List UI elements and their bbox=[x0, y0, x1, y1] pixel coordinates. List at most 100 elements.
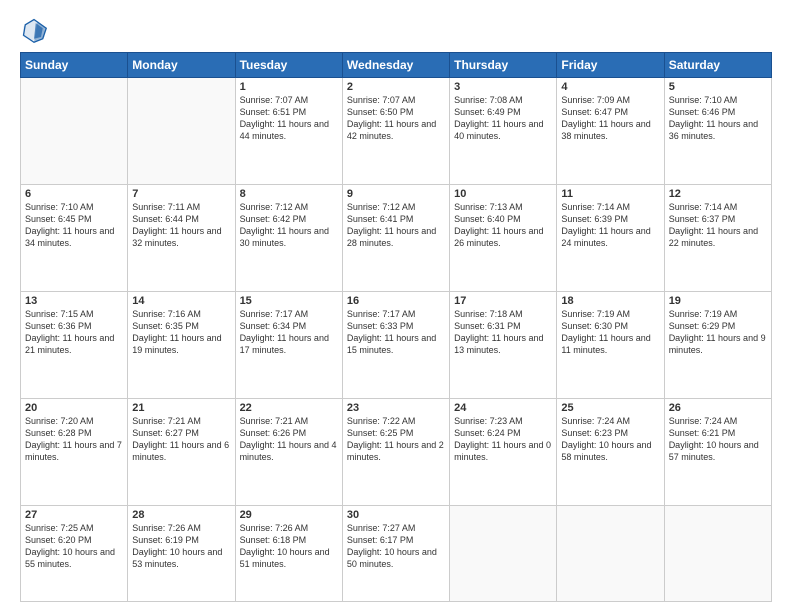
day-number: 9 bbox=[347, 188, 445, 200]
weekday-header-row: SundayMondayTuesdayWednesdayThursdayFrid… bbox=[21, 53, 772, 78]
day-number: 24 bbox=[454, 402, 552, 414]
cell-sun-info: Sunrise: 7:09 AM Sunset: 6:47 PM Dayligh… bbox=[561, 94, 659, 143]
calendar-week-row: 6Sunrise: 7:10 AM Sunset: 6:45 PM Daylig… bbox=[21, 184, 772, 291]
day-number: 30 bbox=[347, 509, 445, 521]
cell-sun-info: Sunrise: 7:21 AM Sunset: 6:26 PM Dayligh… bbox=[240, 415, 338, 464]
calendar-cell: 24Sunrise: 7:23 AM Sunset: 6:24 PM Dayli… bbox=[450, 398, 557, 505]
cell-sun-info: Sunrise: 7:19 AM Sunset: 6:30 PM Dayligh… bbox=[561, 308, 659, 357]
logo bbox=[20, 16, 52, 44]
day-number: 17 bbox=[454, 295, 552, 307]
cell-sun-info: Sunrise: 7:24 AM Sunset: 6:23 PM Dayligh… bbox=[561, 415, 659, 464]
calendar-cell bbox=[664, 505, 771, 601]
calendar-cell: 5Sunrise: 7:10 AM Sunset: 6:46 PM Daylig… bbox=[664, 78, 771, 185]
calendar-cell: 16Sunrise: 7:17 AM Sunset: 6:33 PM Dayli… bbox=[342, 291, 449, 398]
day-number: 6 bbox=[25, 188, 123, 200]
day-number: 25 bbox=[561, 402, 659, 414]
day-number: 7 bbox=[132, 188, 230, 200]
day-number: 20 bbox=[25, 402, 123, 414]
day-number: 15 bbox=[240, 295, 338, 307]
calendar-cell bbox=[128, 78, 235, 185]
calendar-cell: 7Sunrise: 7:11 AM Sunset: 6:44 PM Daylig… bbox=[128, 184, 235, 291]
day-number: 4 bbox=[561, 81, 659, 93]
weekday-header-wednesday: Wednesday bbox=[342, 53, 449, 78]
cell-sun-info: Sunrise: 7:27 AM Sunset: 6:17 PM Dayligh… bbox=[347, 522, 445, 571]
logo-icon bbox=[20, 16, 48, 44]
calendar-table: SundayMondayTuesdayWednesdayThursdayFrid… bbox=[20, 52, 772, 602]
calendar-cell bbox=[557, 505, 664, 601]
calendar-cell: 12Sunrise: 7:14 AM Sunset: 6:37 PM Dayli… bbox=[664, 184, 771, 291]
cell-sun-info: Sunrise: 7:17 AM Sunset: 6:34 PM Dayligh… bbox=[240, 308, 338, 357]
calendar-cell: 26Sunrise: 7:24 AM Sunset: 6:21 PM Dayli… bbox=[664, 398, 771, 505]
calendar-week-row: 20Sunrise: 7:20 AM Sunset: 6:28 PM Dayli… bbox=[21, 398, 772, 505]
calendar-cell: 10Sunrise: 7:13 AM Sunset: 6:40 PM Dayli… bbox=[450, 184, 557, 291]
day-number: 13 bbox=[25, 295, 123, 307]
calendar-cell: 14Sunrise: 7:16 AM Sunset: 6:35 PM Dayli… bbox=[128, 291, 235, 398]
day-number: 2 bbox=[347, 81, 445, 93]
calendar-week-row: 13Sunrise: 7:15 AM Sunset: 6:36 PM Dayli… bbox=[21, 291, 772, 398]
cell-sun-info: Sunrise: 7:12 AM Sunset: 6:41 PM Dayligh… bbox=[347, 201, 445, 250]
cell-sun-info: Sunrise: 7:07 AM Sunset: 6:51 PM Dayligh… bbox=[240, 94, 338, 143]
day-number: 28 bbox=[132, 509, 230, 521]
calendar-cell: 27Sunrise: 7:25 AM Sunset: 6:20 PM Dayli… bbox=[21, 505, 128, 601]
day-number: 16 bbox=[347, 295, 445, 307]
cell-sun-info: Sunrise: 7:15 AM Sunset: 6:36 PM Dayligh… bbox=[25, 308, 123, 357]
cell-sun-info: Sunrise: 7:08 AM Sunset: 6:49 PM Dayligh… bbox=[454, 94, 552, 143]
weekday-header-thursday: Thursday bbox=[450, 53, 557, 78]
cell-sun-info: Sunrise: 7:21 AM Sunset: 6:27 PM Dayligh… bbox=[132, 415, 230, 464]
calendar-cell: 30Sunrise: 7:27 AM Sunset: 6:17 PM Dayli… bbox=[342, 505, 449, 601]
header bbox=[20, 16, 772, 44]
cell-sun-info: Sunrise: 7:16 AM Sunset: 6:35 PM Dayligh… bbox=[132, 308, 230, 357]
cell-sun-info: Sunrise: 7:19 AM Sunset: 6:29 PM Dayligh… bbox=[669, 308, 767, 357]
calendar-cell: 28Sunrise: 7:26 AM Sunset: 6:19 PM Dayli… bbox=[128, 505, 235, 601]
calendar-cell: 9Sunrise: 7:12 AM Sunset: 6:41 PM Daylig… bbox=[342, 184, 449, 291]
cell-sun-info: Sunrise: 7:10 AM Sunset: 6:45 PM Dayligh… bbox=[25, 201, 123, 250]
cell-sun-info: Sunrise: 7:18 AM Sunset: 6:31 PM Dayligh… bbox=[454, 308, 552, 357]
weekday-header-monday: Monday bbox=[128, 53, 235, 78]
cell-sun-info: Sunrise: 7:13 AM Sunset: 6:40 PM Dayligh… bbox=[454, 201, 552, 250]
day-number: 10 bbox=[454, 188, 552, 200]
calendar-cell: 21Sunrise: 7:21 AM Sunset: 6:27 PM Dayli… bbox=[128, 398, 235, 505]
cell-sun-info: Sunrise: 7:14 AM Sunset: 6:37 PM Dayligh… bbox=[669, 201, 767, 250]
calendar-cell: 1Sunrise: 7:07 AM Sunset: 6:51 PM Daylig… bbox=[235, 78, 342, 185]
calendar-cell: 23Sunrise: 7:22 AM Sunset: 6:25 PM Dayli… bbox=[342, 398, 449, 505]
calendar-cell: 4Sunrise: 7:09 AM Sunset: 6:47 PM Daylig… bbox=[557, 78, 664, 185]
day-number: 3 bbox=[454, 81, 552, 93]
day-number: 29 bbox=[240, 509, 338, 521]
calendar-cell bbox=[450, 505, 557, 601]
cell-sun-info: Sunrise: 7:10 AM Sunset: 6:46 PM Dayligh… bbox=[669, 94, 767, 143]
cell-sun-info: Sunrise: 7:17 AM Sunset: 6:33 PM Dayligh… bbox=[347, 308, 445, 357]
calendar-cell: 3Sunrise: 7:08 AM Sunset: 6:49 PM Daylig… bbox=[450, 78, 557, 185]
calendar-cell: 2Sunrise: 7:07 AM Sunset: 6:50 PM Daylig… bbox=[342, 78, 449, 185]
day-number: 11 bbox=[561, 188, 659, 200]
calendar-cell bbox=[21, 78, 128, 185]
day-number: 27 bbox=[25, 509, 123, 521]
day-number: 8 bbox=[240, 188, 338, 200]
cell-sun-info: Sunrise: 7:22 AM Sunset: 6:25 PM Dayligh… bbox=[347, 415, 445, 464]
day-number: 21 bbox=[132, 402, 230, 414]
cell-sun-info: Sunrise: 7:11 AM Sunset: 6:44 PM Dayligh… bbox=[132, 201, 230, 250]
weekday-header-tuesday: Tuesday bbox=[235, 53, 342, 78]
day-number: 22 bbox=[240, 402, 338, 414]
weekday-header-saturday: Saturday bbox=[664, 53, 771, 78]
cell-sun-info: Sunrise: 7:14 AM Sunset: 6:39 PM Dayligh… bbox=[561, 201, 659, 250]
day-number: 1 bbox=[240, 81, 338, 93]
weekday-header-friday: Friday bbox=[557, 53, 664, 78]
cell-sun-info: Sunrise: 7:07 AM Sunset: 6:50 PM Dayligh… bbox=[347, 94, 445, 143]
day-number: 23 bbox=[347, 402, 445, 414]
day-number: 12 bbox=[669, 188, 767, 200]
page: SundayMondayTuesdayWednesdayThursdayFrid… bbox=[0, 0, 792, 612]
day-number: 18 bbox=[561, 295, 659, 307]
calendar-cell: 20Sunrise: 7:20 AM Sunset: 6:28 PM Dayli… bbox=[21, 398, 128, 505]
cell-sun-info: Sunrise: 7:25 AM Sunset: 6:20 PM Dayligh… bbox=[25, 522, 123, 571]
calendar-week-row: 1Sunrise: 7:07 AM Sunset: 6:51 PM Daylig… bbox=[21, 78, 772, 185]
calendar-cell: 25Sunrise: 7:24 AM Sunset: 6:23 PM Dayli… bbox=[557, 398, 664, 505]
cell-sun-info: Sunrise: 7:20 AM Sunset: 6:28 PM Dayligh… bbox=[25, 415, 123, 464]
day-number: 26 bbox=[669, 402, 767, 414]
day-number: 14 bbox=[132, 295, 230, 307]
cell-sun-info: Sunrise: 7:24 AM Sunset: 6:21 PM Dayligh… bbox=[669, 415, 767, 464]
calendar-cell: 11Sunrise: 7:14 AM Sunset: 6:39 PM Dayli… bbox=[557, 184, 664, 291]
calendar-cell: 29Sunrise: 7:26 AM Sunset: 6:18 PM Dayli… bbox=[235, 505, 342, 601]
cell-sun-info: Sunrise: 7:23 AM Sunset: 6:24 PM Dayligh… bbox=[454, 415, 552, 464]
calendar-cell: 13Sunrise: 7:15 AM Sunset: 6:36 PM Dayli… bbox=[21, 291, 128, 398]
calendar-cell: 6Sunrise: 7:10 AM Sunset: 6:45 PM Daylig… bbox=[21, 184, 128, 291]
